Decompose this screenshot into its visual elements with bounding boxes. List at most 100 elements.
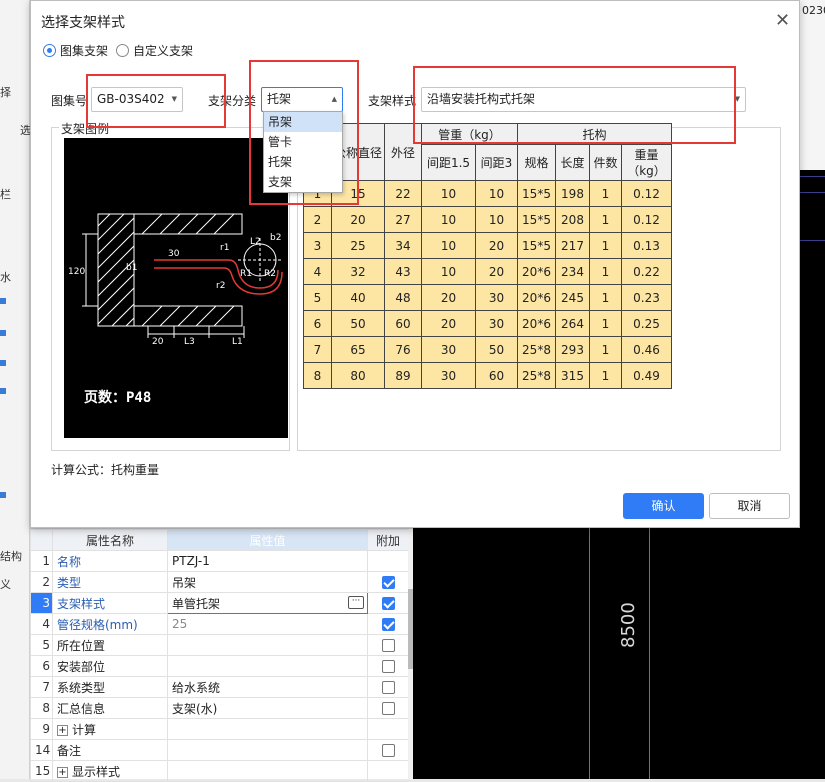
header-span-3: 间距3 [475,144,518,181]
extra-checkbox[interactable] [381,597,395,610]
prop-row[interactable]: 8 汇总信息 支架(水) [30,697,409,719]
spec-cell: 5 [303,284,332,311]
close-icon[interactable]: ✕ [775,10,790,31]
dim-label: L2 [250,237,261,247]
category-option[interactable]: 吊架 [264,112,342,132]
left-toolbar: 择 选 栏 水 结构 义 [0,0,31,779]
extra-checkbox[interactable] [381,744,395,757]
expand-icon[interactable]: + [57,724,68,736]
header-bracket: 托构 [517,123,672,145]
property-table: 属性名称 属性值 附加 1 名称 PTZJ-1 2 类型 吊架 3 支架样式 单… [30,529,409,782]
spec-cell: 20 [421,310,476,337]
spec-cell: 245 [555,284,590,311]
spec-cell: 10 [475,206,518,233]
prop-row[interactable]: 7 系统类型 给水系统 [30,676,409,698]
prop-header-extra: 附加 [367,529,409,551]
radio-atlas-bracket[interactable]: 图集支架 [43,42,108,59]
prop-row[interactable]: 1 名称 PTZJ-1 [30,550,409,572]
spec-cell: 1 [589,310,622,337]
spec-cell: 48 [384,284,422,311]
spec-cell: 20*6 [517,310,556,337]
spec-row: 4 32 43 10 20 20*6 234 1 0.22 [303,258,672,285]
extra-checkbox[interactable] [381,660,395,673]
dim-label: L1 [232,337,243,347]
spec-cell: 76 [384,336,422,363]
cad-green-line [649,525,650,779]
spec-row: 7 65 76 30 50 25*8 293 1 0.46 [303,336,672,363]
extra-checkbox[interactable] [381,702,395,715]
spec-row: 1 15 22 10 10 15*5 198 1 0.12 [303,180,672,207]
spec-cell: 50 [331,310,385,337]
spec-cell: 40 [331,284,385,311]
radio-custom-bracket[interactable]: 自定义支架 [116,42,193,59]
dialog-title: 选择支架样式 [41,15,125,31]
property-panel: 属性名称 属性值 附加 1 名称 PTZJ-1 2 类型 吊架 3 支架样式 单… [30,528,413,782]
chevron-down-icon: ▼ [171,95,177,103]
category-option[interactable]: 支架 [264,172,342,192]
spec-cell: 20*6 [517,284,556,311]
spec-cell: 2 [303,206,332,233]
spec-cell: 0.25 [621,310,672,337]
confirm-button[interactable]: 确认 [623,493,704,519]
atlas-no-label: 图集号 [51,94,88,108]
spec-cell: 0.12 [621,180,672,207]
prop-row-group[interactable]: 15 + 显示样式 [30,760,409,782]
bracket-drawing-svg: 120 b1 30 r1 r2 L2 b2 R1 R2 20 L3 L1 页数：… [68,213,283,406]
style-select[interactable]: 沿墙安装托构式托架 ▼ [421,87,746,112]
spec-cell: 198 [555,180,590,207]
prop-row[interactable]: 6 安装部位 [30,655,409,677]
expand-icon[interactable]: + [57,766,68,778]
spec-cell: 0.22 [621,258,672,285]
radio-selected-icon [43,44,56,57]
app-title-fragment: 0230 [800,0,825,170]
dim-label: b1 [126,263,137,273]
cancel-button[interactable]: 取消 [709,493,790,519]
spec-cell: 234 [555,258,590,285]
spec-cell: 0.12 [621,206,672,233]
bracket-drawing: 120 b1 30 r1 r2 L2 b2 R1 R2 20 L3 L1 页数：… [64,138,288,438]
extra-checkbox[interactable] [381,618,395,631]
prop-row[interactable]: 14 备注 [30,739,409,761]
extra-checkbox[interactable] [381,639,395,652]
spec-cell: 30 [421,336,476,363]
toolbar-label: 择 [0,86,11,99]
page-number-text: 页数：P48 [84,389,151,406]
spec-cell: 25*8 [517,362,556,389]
toolbar-label: 义 [0,578,11,591]
spec-cell: 264 [555,310,590,337]
atlas-no-select[interactable]: GB-03S402 ▼ [91,87,183,112]
title-fragment: 0230 [802,4,825,17]
prop-row-group[interactable]: 9 + 计算 [30,718,409,740]
category-dropdown-list[interactable]: 吊架 管卡 托架 支架 [263,111,343,193]
more-options-icon[interactable]: ··· [348,596,364,609]
header-pipe-weight: 管重（kg） [421,123,518,145]
prop-header-value: 属性值 [167,529,368,551]
spec-cell: 1 [589,206,622,233]
prop-row[interactable]: 5 所在位置 [30,634,409,656]
spec-table-body: 1 15 22 10 10 15*5 198 1 0.12 2 20 27 10 10 15*5 208 1 0.… [303,180,672,389]
dim-label: R1 [240,269,252,279]
spec-cell: 1 [589,284,622,311]
header-weight: 重量（kg） [621,144,672,181]
extra-checkbox[interactable] [381,576,395,589]
extra-checkbox[interactable] [381,681,395,694]
spec-cell: 0.23 [621,284,672,311]
formula-text: 计算公式：托构重量 [51,463,160,477]
prop-row-selected[interactable]: 3 支架样式 单管托架 ··· [30,592,409,614]
prop-row[interactable]: 4 管径规格(mm) 25 [30,613,409,635]
category-option[interactable]: 托架 [264,152,342,172]
spec-cell: 1 [589,362,622,389]
category-option[interactable]: 管卡 [264,132,342,152]
spec-cell: 50 [475,336,518,363]
category-select[interactable]: 托架 ▲ [261,87,343,112]
prop-row[interactable]: 2 类型 吊架 [30,571,409,593]
spec-cell: 315 [555,362,590,389]
select-bracket-dialog: 选择支架样式 ✕ 图集支架 自定义支架 图集号 GB-03S402 ▼ 支架分类… [30,0,800,528]
spec-cell: 25 [331,232,385,259]
bracket-style-input[interactable]: 单管托架 ··· [167,592,368,614]
spec-cell: 10 [421,206,476,233]
property-scrollbar[interactable] [408,529,413,780]
spec-row: 8 80 89 30 60 25*8 315 1 0.49 [303,362,672,389]
spec-cell: 6 [303,310,332,337]
spec-cell: 20 [331,206,385,233]
